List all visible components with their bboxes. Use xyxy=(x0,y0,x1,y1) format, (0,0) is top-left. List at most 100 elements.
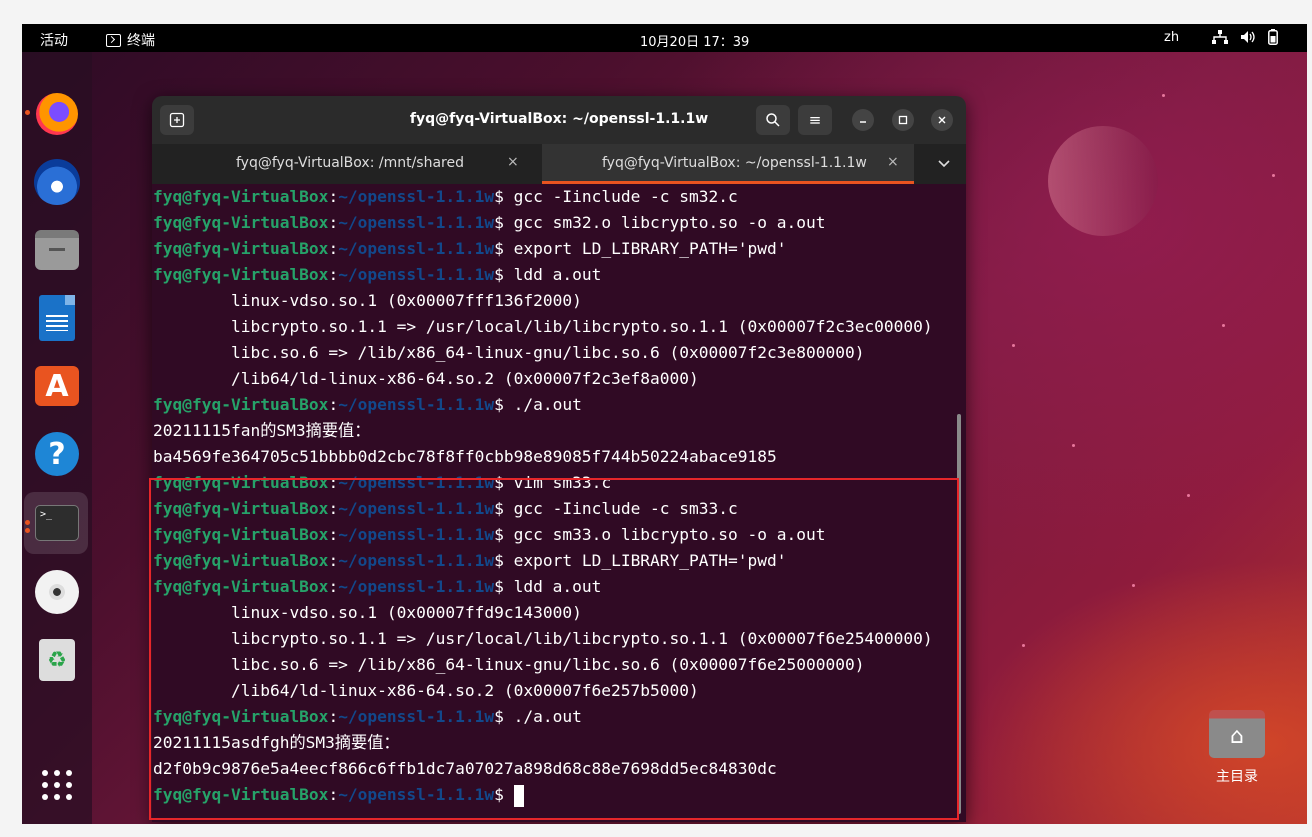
tab-close-icon[interactable]: × xyxy=(887,154,899,170)
prompt-user-host: fyq@fyq-VirtualBox xyxy=(153,395,329,414)
prompt-line: fyq@fyq-VirtualBox:~/openssl-1.1.1w$ ./a… xyxy=(153,392,966,418)
show-apps-button[interactable] xyxy=(32,760,82,810)
dock-firefox[interactable] xyxy=(32,89,82,139)
prompt-line: fyq@fyq-VirtualBox:~/openssl-1.1.1w$ xyxy=(153,782,966,808)
dock-help[interactable]: ? xyxy=(32,429,82,479)
prompt-path: ~/openssl-1.1.1w xyxy=(338,187,495,206)
prompt-separator: : xyxy=(328,187,339,206)
prompt-separator: : xyxy=(328,551,339,570)
firefox-icon xyxy=(36,93,78,135)
app-center-icon: A xyxy=(35,366,79,406)
terminal-icon xyxy=(106,33,121,47)
terminal-lines: fyq@fyq-VirtualBox:~/openssl-1.1.1w$ gcc… xyxy=(153,184,966,808)
trash-icon: ♻ xyxy=(39,639,75,681)
maximize-icon xyxy=(898,115,908,125)
dock: A ? >_ ♻ xyxy=(22,52,92,824)
prompt-line: fyq@fyq-VirtualBox:~/openssl-1.1.1w$ gcc… xyxy=(153,522,966,548)
command-text: $ gcc sm33.o libcrypto.so -o a.out xyxy=(494,525,826,544)
prompt-path: ~/openssl-1.1.1w xyxy=(338,499,495,518)
wallpaper-star xyxy=(1187,494,1190,497)
input-method-indicator[interactable]: zh xyxy=(1164,30,1179,45)
prompt-line: fyq@fyq-VirtualBox:~/openssl-1.1.1w$ ldd… xyxy=(153,574,966,600)
command-text: $ ldd a.out xyxy=(494,577,602,596)
prompt-path: ~/openssl-1.1.1w xyxy=(338,785,495,804)
wallpaper-star xyxy=(1222,324,1225,327)
tabs-menu-button[interactable] xyxy=(928,144,966,184)
battery-icon xyxy=(1268,29,1278,50)
maximize-button[interactable] xyxy=(892,109,914,131)
prompt-line: fyq@fyq-VirtualBox:~/openssl-1.1.1w$ exp… xyxy=(153,236,966,262)
terminal-content[interactable]: fyq@fyq-VirtualBox:~/openssl-1.1.1w$ gcc… xyxy=(152,184,966,822)
running-indicator xyxy=(25,520,30,525)
prompt-separator: : xyxy=(328,525,339,544)
output-line: /lib64/ld-linux-x86-64.so.2 (0x00007f6e2… xyxy=(153,681,699,700)
prompt-line: fyq@fyq-VirtualBox:~/openssl-1.1.1w$ vim… xyxy=(153,470,966,496)
tab-bar: fyq@fyq-VirtualBox: /mnt/shared × fyq@fy… xyxy=(152,144,966,184)
command-text: $ gcc -Iinclude -c sm33.c xyxy=(494,499,738,518)
output-line: libc.so.6 => /lib/x86_64-linux-gnu/libc.… xyxy=(153,343,865,362)
prompt-user-host: fyq@fyq-VirtualBox xyxy=(153,577,329,596)
output-line: ba4569fe364705c51bbbb0d2cbc78f8ff0cbb98e… xyxy=(153,447,777,466)
system-tray[interactable] xyxy=(1212,29,1278,50)
command-text: $ xyxy=(494,785,514,804)
prompt-line: fyq@fyq-VirtualBox:~/openssl-1.1.1w$ gcc… xyxy=(153,496,966,522)
dock-trash[interactable]: ♻ xyxy=(32,635,82,685)
dock-writer[interactable] xyxy=(32,293,82,343)
dock-disc[interactable] xyxy=(32,567,82,617)
output-line: 20211115fan的SM3摘要值： xyxy=(153,421,371,440)
search-button[interactable] xyxy=(756,105,790,135)
prompt-user-host: fyq@fyq-VirtualBox xyxy=(153,473,329,492)
prompt-path: ~/openssl-1.1.1w xyxy=(338,707,495,726)
prompt-user-host: fyq@fyq-VirtualBox xyxy=(153,239,329,258)
output-line: libc.so.6 => /lib/x86_64-linux-gnu/libc.… xyxy=(153,655,865,674)
wallpaper-star xyxy=(1132,584,1135,587)
clock[interactable]: 10月20日 17：39 xyxy=(640,31,749,50)
hamburger-icon: ≡ xyxy=(808,111,822,129)
output-line: libcrypto.so.1.1 => /usr/local/lib/libcr… xyxy=(153,317,933,336)
tab-openssl[interactable]: fyq@fyq-VirtualBox: ~/openssl-1.1.1w × xyxy=(542,144,914,184)
prompt-user-host: fyq@fyq-VirtualBox xyxy=(153,707,329,726)
command-text: $ export LD_LIBRARY_PATH='pwd' xyxy=(494,239,787,258)
apps-grid-icon xyxy=(42,770,72,800)
prompt-line: fyq@fyq-VirtualBox:~/openssl-1.1.1w$ gcc… xyxy=(153,210,966,236)
dock-terminal[interactable]: >_ xyxy=(32,498,82,548)
command-text: $ ./a.out xyxy=(494,707,582,726)
minimize-icon xyxy=(860,121,866,123)
home-folder-label: 主目录 xyxy=(1216,769,1258,785)
terminal-icon: >_ xyxy=(35,505,79,541)
wallpaper-star xyxy=(1012,344,1015,347)
close-button[interactable] xyxy=(931,109,953,131)
activities-button[interactable]: 活动 xyxy=(40,30,68,50)
dock-files[interactable] xyxy=(32,225,82,275)
top-bar: 活动 终端 10月20日 17：39 zh xyxy=(22,24,1307,52)
prompt-separator: : xyxy=(328,265,339,284)
terminal-window: fyq@fyq-VirtualBox: ~/openssl-1.1.1w ≡ f… xyxy=(152,96,966,822)
app-menu[interactable]: 终端 xyxy=(106,30,155,50)
dock-app-center[interactable]: A xyxy=(32,361,82,411)
prompt-user-host: fyq@fyq-VirtualBox xyxy=(153,785,329,804)
command-text: $ gcc sm32.o libcrypto.so -o a.out xyxy=(494,213,826,232)
output-line: 20211115asdfgh的SM3摘要值： xyxy=(153,733,400,752)
scrollbar[interactable] xyxy=(957,414,961,814)
disc-icon xyxy=(35,570,79,614)
prompt-line: fyq@fyq-VirtualBox:~/openssl-1.1.1w$ exp… xyxy=(153,548,966,574)
wallpaper-star xyxy=(1272,174,1275,177)
command-text: $ ./a.out xyxy=(494,395,582,414)
prompt-user-host: fyq@fyq-VirtualBox xyxy=(153,187,329,206)
menu-button[interactable]: ≡ xyxy=(798,105,832,135)
prompt-user-host: fyq@fyq-VirtualBox xyxy=(153,499,329,518)
prompt-user-host: fyq@fyq-VirtualBox xyxy=(153,213,329,232)
tab-mnt-shared[interactable]: fyq@fyq-VirtualBox: /mnt/shared × xyxy=(152,144,542,184)
output-line: d2f0b9c9876e5a4eecf866c6ffb1dc7a07027a89… xyxy=(153,759,777,778)
minimize-button[interactable] xyxy=(852,109,874,131)
wallpaper-moon xyxy=(1048,126,1158,236)
tab-close-icon[interactable]: × xyxy=(507,154,519,170)
home-folder[interactable]: ⌂ 主目录 xyxy=(1202,710,1272,800)
header-bar[interactable]: fyq@fyq-VirtualBox: ~/openssl-1.1.1w ≡ xyxy=(152,96,966,144)
window-title: fyq@fyq-VirtualBox: ~/openssl-1.1.1w xyxy=(409,111,709,127)
prompt-path: ~/openssl-1.1.1w xyxy=(338,551,495,570)
volume-icon xyxy=(1240,30,1256,49)
prompt-separator: : xyxy=(328,473,339,492)
dock-thunderbird[interactable] xyxy=(32,157,82,207)
command-text: $ ldd a.out xyxy=(494,265,602,284)
